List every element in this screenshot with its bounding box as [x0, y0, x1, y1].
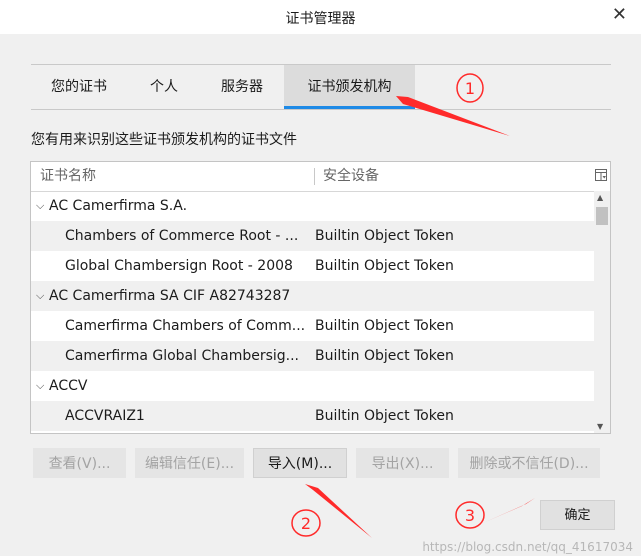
annotation-3: 3 — [455, 498, 535, 529]
annotation-2: 2 — [291, 484, 372, 538]
annotation-overlay: 1 2 3 — [291, 73, 535, 538]
annotation-1: 1 — [396, 73, 510, 136]
svg-text:2: 2 — [301, 514, 311, 533]
watermark-text: https://blog.csdn.net/qq_41617034 — [422, 540, 633, 554]
svg-text:3: 3 — [465, 506, 475, 525]
svg-text:1: 1 — [465, 79, 475, 98]
